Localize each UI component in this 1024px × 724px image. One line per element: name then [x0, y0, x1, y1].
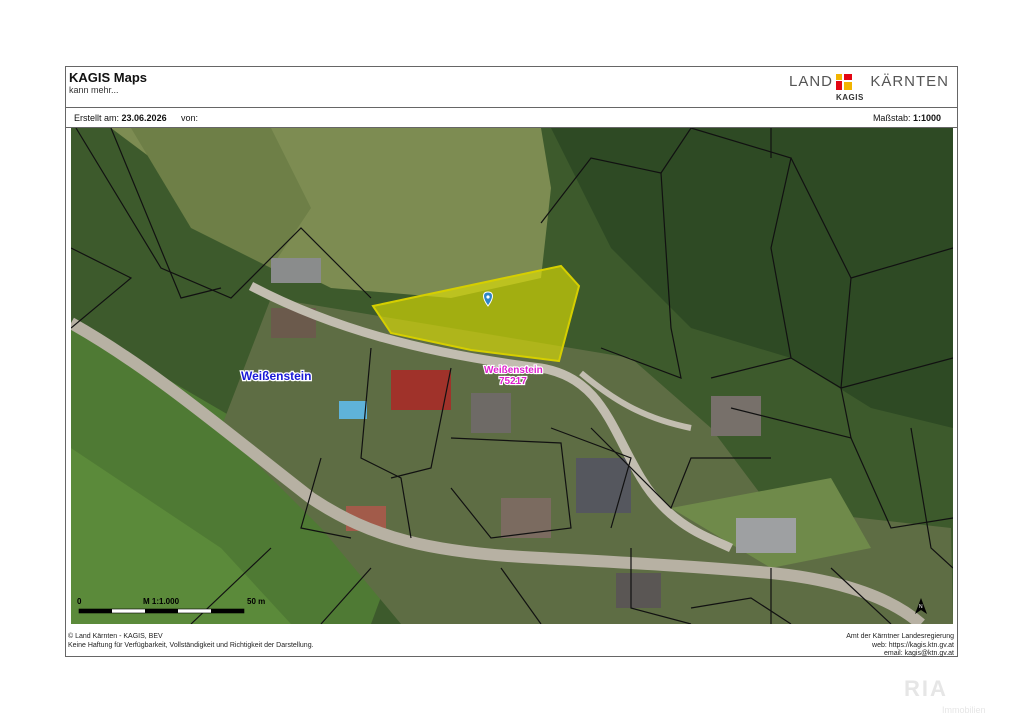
map-canvas[interactable]: Weißenstein Weißenstein 75217 0 M 1:1.00…	[71, 128, 953, 624]
logo-mark-icon	[836, 74, 852, 90]
created-date: 23.06.2026	[121, 113, 167, 123]
disclaimer-text: Keine Haftung für Verfügbarkeit, Vollstä…	[68, 641, 314, 649]
land-kaernten-logo: LAND KÄRNTEN KAGIS	[789, 71, 949, 103]
created-label: Erstellt am:	[74, 113, 120, 123]
footer: © Land Kärnten - KAGIS, BEV Keine Haftun…	[66, 630, 957, 657]
plot-label-name: Weißenstein	[484, 365, 543, 376]
watermark-text: Immobilien	[942, 705, 986, 715]
place-label: Weißenstein	[241, 369, 311, 383]
office-text: Amt der Kärntner Landesregierung	[846, 633, 954, 640]
web-link[interactable]: web: https://kagis.ktn.gv.at	[846, 642, 954, 651]
swimming-pool	[339, 401, 367, 419]
footer-right: Amt der Kärntner Landesregierung web: ht…	[846, 633, 954, 659]
footer-left: © Land Kärnten - KAGIS, BEV Keine Haftun…	[68, 633, 314, 650]
logo-right-text: KÄRNTEN	[870, 73, 949, 90]
app-title: KAGIS Maps	[69, 70, 148, 85]
from-label: von:	[181, 113, 199, 123]
building	[471, 393, 511, 433]
building-red-roof	[391, 370, 451, 410]
scale-zero: 0	[77, 597, 82, 606]
scale-value: 1:1000	[912, 113, 941, 123]
email-link[interactable]: email: kagis@ktn.gv.at	[846, 650, 954, 659]
info-bar: Erstellt am: 23.06.2026 von: Maßstab: 1:…	[66, 107, 957, 128]
created-info: Erstellt am: 23.06.2026	[74, 113, 167, 123]
scale-info: Maßstab: 1:1000	[873, 113, 941, 123]
aerial-map[interactable]: Weißenstein Weißenstein 75217 0 M 1:1.00…	[71, 128, 953, 624]
scale-label: Maßstab:	[872, 113, 911, 123]
building	[711, 396, 761, 436]
logo-sub-text: KAGIS	[836, 93, 864, 102]
copyright-text: © Land Kärnten - KAGIS, BEV	[68, 633, 163, 640]
logo-left-text: LAND	[789, 73, 834, 90]
building	[736, 518, 796, 553]
header: KAGIS Maps kann mehr... LAND KÄRNTEN KAG…	[66, 67, 957, 108]
building	[271, 258, 321, 283]
scale-end: 50 m	[247, 597, 265, 606]
map-sheet: KAGIS Maps kann mehr... LAND KÄRNTEN KAG…	[65, 66, 958, 657]
plot-label-number: 75217	[499, 376, 527, 387]
scale-mid: M 1:1.000	[143, 597, 180, 606]
watermark-logo: RIA	[904, 676, 948, 701]
svg-text:N: N	[919, 604, 923, 610]
building	[616, 573, 661, 608]
app-subtitle: kann mehr...	[69, 85, 119, 95]
